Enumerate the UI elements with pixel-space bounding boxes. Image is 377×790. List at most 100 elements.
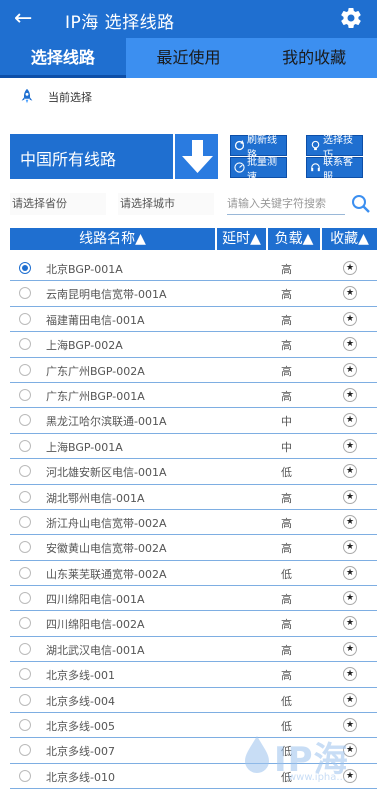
table-row[interactable]: 浙江舟山电信宽带-002A 高 ★ xyxy=(10,510,377,536)
favorite-star-icon[interactable]: ★ xyxy=(343,616,357,631)
table-row[interactable]: 黑龙江哈尔滨联通-001A 中 ★ xyxy=(10,408,377,434)
line-radio-button[interactable] xyxy=(19,719,31,732)
line-load: 高 xyxy=(281,313,292,327)
favorite-star-icon[interactable]: ★ xyxy=(343,591,357,606)
favorite-star-icon[interactable]: ★ xyxy=(343,286,357,301)
favorite-star-icon[interactable]: ★ xyxy=(343,540,357,555)
line-radio-button[interactable] xyxy=(19,262,31,274)
tab-favorites[interactable]: 我的收藏 xyxy=(251,38,377,78)
table-row[interactable]: 上海BGP-001A 中 ★ xyxy=(10,434,377,460)
line-radio-button[interactable] xyxy=(19,566,31,579)
line-name: 上海BGP-002A xyxy=(46,339,123,353)
batch-speedtest-button[interactable]: 批量测速 xyxy=(230,157,287,183)
line-load: 低 xyxy=(281,567,292,581)
favorite-star-icon[interactable]: ★ xyxy=(343,667,357,682)
line-radio-button[interactable] xyxy=(19,439,31,452)
table-header: 线路名称▲ 延时▲ 负载▲ 收藏▲ xyxy=(10,228,377,250)
line-name: 黑龙江哈尔滨联通-001A xyxy=(46,415,167,429)
line-name: 湖北鄂州电信-001A xyxy=(46,491,145,505)
column-favorite[interactable]: 收藏▲ xyxy=(322,228,377,250)
tab-select-line[interactable]: 选择线路 xyxy=(0,38,126,78)
table-row[interactable]: 云南昆明电信宽带-001A 高 ★ xyxy=(10,281,377,307)
column-load[interactable]: 负载▲ xyxy=(268,228,322,250)
favorite-star-icon[interactable]: ★ xyxy=(343,514,357,529)
line-radio-button[interactable] xyxy=(19,312,31,325)
down-arrow-icon[interactable] xyxy=(173,134,218,179)
favorite-star-icon[interactable]: ★ xyxy=(343,362,357,377)
table-row[interactable]: 山东莱芜联通宽带-002A 低 ★ xyxy=(10,561,377,587)
line-radio-button[interactable] xyxy=(19,668,31,681)
table-row[interactable]: 上海BGP-002A 高 ★ xyxy=(10,332,377,358)
favorite-star-icon[interactable]: ★ xyxy=(343,413,357,428)
line-load: 高 xyxy=(281,643,292,657)
column-line-name[interactable]: 线路名称▲ xyxy=(10,228,217,250)
table-row[interactable]: 河北雄安新区电信-001A 低 ★ xyxy=(10,459,377,485)
back-arrow-icon[interactable]: ← xyxy=(14,6,32,32)
favorite-star-icon[interactable]: ★ xyxy=(343,565,357,580)
title-bar: ← IP海 选择线路 xyxy=(0,0,377,38)
line-radio-button[interactable] xyxy=(19,414,31,427)
favorite-star-icon[interactable]: ★ xyxy=(343,641,357,656)
table-row[interactable]: 北京多线-004 低 ★ xyxy=(10,688,377,714)
city-select[interactable]: 请选择城市 xyxy=(118,193,214,215)
table-row[interactable]: 广东广州BGP-001A 高 ★ xyxy=(10,383,377,409)
favorite-star-icon[interactable]: ★ xyxy=(343,438,357,453)
rocket-icon xyxy=(21,88,33,104)
line-name: 河北雄安新区电信-001A xyxy=(46,466,167,480)
line-name: 福建莆田电信-001A xyxy=(46,313,145,327)
line-name: 北京多线-001 xyxy=(46,669,115,683)
favorite-star-icon[interactable]: ★ xyxy=(343,387,357,402)
line-radio-button[interactable] xyxy=(19,515,31,528)
line-load: 高 xyxy=(281,593,292,607)
table-row[interactable]: 福建莆田电信-001A 高 ★ xyxy=(10,307,377,333)
watermark-url: www.ipha... xyxy=(288,772,346,783)
line-load: 中 xyxy=(281,415,292,429)
current-selection-label: 当前选择 xyxy=(48,91,92,104)
line-name: 北京BGP-001A xyxy=(46,263,123,276)
province-select[interactable]: 请选择省份 xyxy=(10,193,106,215)
favorite-star-icon[interactable]: ★ xyxy=(343,311,357,326)
gear-icon[interactable] xyxy=(339,6,363,30)
line-radio-button[interactable] xyxy=(19,769,31,782)
line-radio-button[interactable] xyxy=(19,642,31,655)
table-row[interactable]: 广东广州BGP-002A 高 ★ xyxy=(10,358,377,383)
line-name: 湖北武汉电信-001A xyxy=(46,643,145,657)
favorite-star-icon[interactable]: ★ xyxy=(343,464,357,479)
line-radio-button[interactable] xyxy=(19,744,31,757)
table-row[interactable]: 湖北鄂州电信-001A 高 ★ xyxy=(10,485,377,510)
favorite-star-icon[interactable]: ★ xyxy=(343,337,357,352)
favorite-star-icon[interactable]: ★ xyxy=(343,261,357,275)
table-row[interactable]: 湖北武汉电信-001A 高 ★ xyxy=(10,637,377,663)
tab-bar: 选择线路 最近使用 我的收藏 xyxy=(0,38,377,78)
refresh-icon xyxy=(234,140,245,151)
tab-recent[interactable]: 最近使用 xyxy=(126,38,252,78)
table-row[interactable]: 四川绵阳电信-002A 高 ★ xyxy=(10,611,377,637)
line-radio-button[interactable] xyxy=(19,388,31,401)
region-select-button[interactable]: 中国所有线路 xyxy=(10,134,218,179)
table-row[interactable]: 北京BGP-001A 高 ★ xyxy=(10,256,377,282)
line-radio-button[interactable] xyxy=(19,617,31,630)
lightbulb-icon xyxy=(311,140,320,151)
table-row[interactable]: 四川绵阳电信-001A 高 ★ xyxy=(10,586,377,612)
line-list: 北京BGP-001A 高 ★ 云南昆明电信宽带-001A 高 ★ 福建莆田电信-001A 高 ★… xyxy=(10,256,377,790)
table-row[interactable]: 北京多线-001 高 ★ xyxy=(10,662,377,688)
line-radio-button[interactable] xyxy=(19,592,31,605)
contact-support-button[interactable]: 联系客服 xyxy=(306,157,363,183)
line-radio-button[interactable] xyxy=(19,465,31,478)
page-title: IP海 选择线路 xyxy=(65,13,175,33)
favorite-star-icon[interactable]: ★ xyxy=(343,489,357,504)
line-radio-button[interactable] xyxy=(19,363,31,376)
line-load: 高 xyxy=(281,542,292,556)
column-latency[interactable]: 延时▲ xyxy=(217,228,268,250)
line-name: 上海BGP-001A xyxy=(46,440,123,454)
line-radio-button[interactable] xyxy=(19,490,31,503)
search-input[interactable]: 请输入关键字符搜索 xyxy=(227,193,345,215)
search-icon[interactable] xyxy=(351,194,371,214)
line-radio-button[interactable] xyxy=(19,693,31,706)
table-row[interactable]: 安徽黄山电信宽带-002A 高 ★ xyxy=(10,535,377,561)
favorite-star-icon[interactable]: ★ xyxy=(343,692,357,707)
line-load: 高 xyxy=(281,669,292,683)
line-radio-button[interactable] xyxy=(19,541,31,554)
line-radio-button[interactable] xyxy=(19,287,31,300)
line-radio-button[interactable] xyxy=(19,338,31,351)
